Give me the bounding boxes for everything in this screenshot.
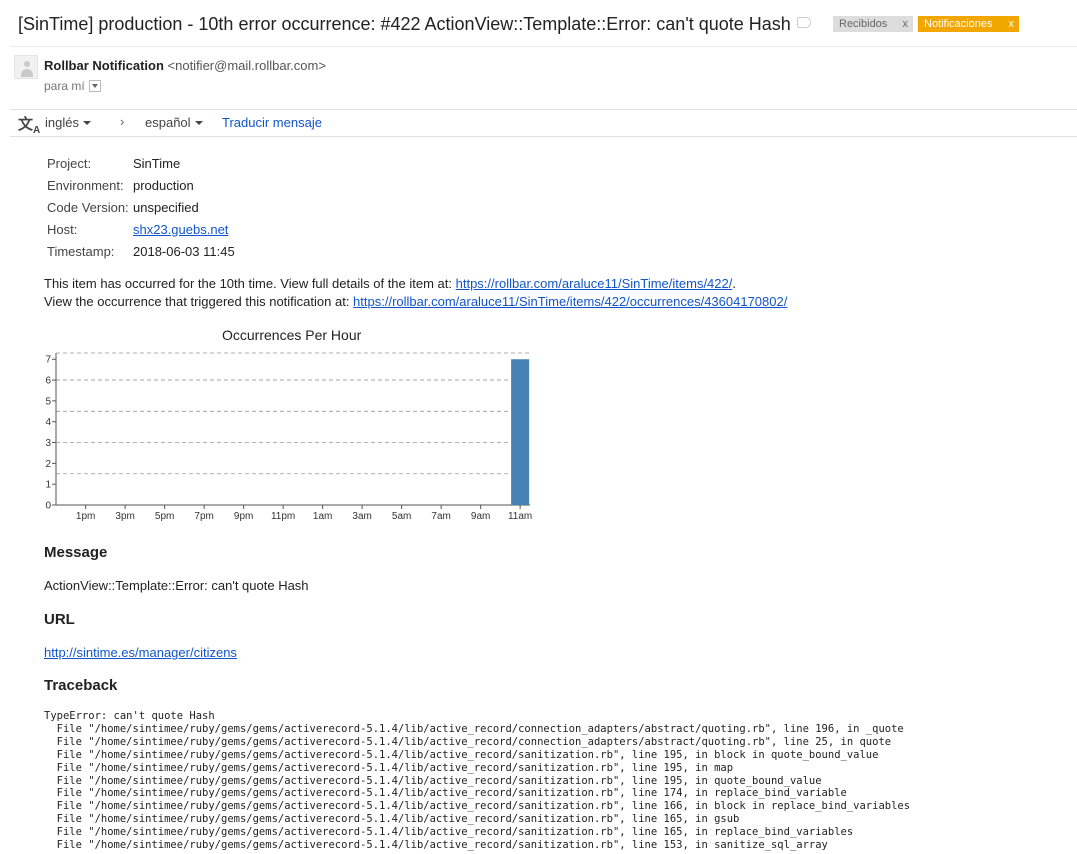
chart-y-tick-label: 5	[45, 396, 51, 407]
target-language-label: español	[145, 115, 191, 130]
traceback-text: TypeError: can't quote Hash File "/home/…	[44, 710, 910, 852]
chevron-down-icon	[82, 120, 91, 125]
translate-bar: 文A inglés › español Traducir mensaje	[10, 109, 1077, 137]
sender-email: <notifier@mail.rollbar.com>	[167, 58, 326, 73]
meta-row-environment: Environment: production	[47, 174, 235, 196]
chart-x-tick-label: 11pm	[271, 511, 295, 522]
traceback-line: File "/home/sintimee/ruby/gems/gems/acti…	[56, 826, 854, 839]
label-chip-notificaciones[interactable]: Notificaciones x	[918, 16, 1019, 32]
traceback-line: File "/home/sintimee/ruby/gems/gems/acti…	[56, 774, 822, 787]
message-heading: Message	[44, 544, 108, 561]
chart-y-tick-label: 6	[45, 376, 51, 387]
meta-row-code-version: Code Version: unspecified	[47, 196, 235, 218]
meta-row-timestamp: Timestamp: 2018-06-03 11:45	[47, 240, 235, 262]
traceback-line: TypeError: can't quote Hash	[44, 710, 215, 722]
avatar-body	[21, 69, 33, 77]
item-meta-table: Project: SinTime Environment: production C…	[47, 152, 235, 262]
occurrences-chart: 0 1 2 3 4 5 6 7 1pm 3pm 5pm 7pm 9pm 11pm 1am 3am 5am 7am 9…	[45, 352, 532, 522]
source-language-label: inglés	[45, 115, 79, 130]
label-chip-name: Notificaciones	[924, 18, 993, 30]
meta-value: 2018-06-03 11:45	[133, 243, 235, 259]
avatar[interactable]	[14, 55, 38, 79]
chart-x-tick-label: 5pm	[155, 511, 174, 522]
chart-y-tick-label: 3	[45, 438, 51, 449]
label-chip-recibidos[interactable]: Recibidos x	[833, 16, 913, 32]
traceback-line: File "/home/sintimee/ruby/gems/gems/acti…	[56, 748, 879, 761]
traceback-line: File "/home/sintimee/ruby/gems/gems/acti…	[56, 722, 904, 735]
occurrence-paragraph-1: This item has occurred for the 10th time…	[44, 276, 736, 291]
chart-x-tick-label: 9am	[471, 511, 490, 522]
translate-icon: 文A	[18, 116, 41, 136]
message-text: ActionView::Template::Error: can't quote…	[44, 578, 309, 593]
chart-x-tick-label: 7pm	[194, 511, 213, 522]
chart-title: Occurrences Per Hour	[222, 327, 362, 343]
chart-x-tick-label: 9pm	[234, 511, 253, 522]
meta-row-project: Project: SinTime	[47, 152, 235, 174]
chart-y-tick-label: 0	[45, 501, 51, 512]
chart-y-tick-label: 2	[45, 459, 51, 470]
meta-value: production	[133, 177, 194, 193]
traceback-line: File "/home/sintimee/ruby/gems/gems/acti…	[56, 761, 734, 774]
meta-value: unspecified	[133, 199, 199, 215]
chart-x-tick-label: 7am	[431, 511, 450, 522]
url-heading: URL	[44, 611, 75, 628]
paragraph-text: View the occurrence that triggered this …	[44, 294, 354, 309]
label-tag-icon[interactable]	[797, 17, 811, 28]
traceback-heading: Traceback	[44, 677, 118, 694]
target-language-select[interactable]: español	[145, 115, 203, 130]
traceback-line: File "/home/sintimee/ruby/gems/gems/acti…	[56, 800, 911, 813]
paragraph-text: This item has occurred for the 10th time…	[44, 276, 456, 291]
chart-x-tick-label: 1am	[313, 511, 332, 522]
remove-label-icon[interactable]: x	[1004, 18, 1020, 30]
traceback-line: File "/home/sintimee/ruby/gems/gems/acti…	[56, 787, 847, 800]
traceback-line: File "/home/sintimee/ruby/gems/gems/acti…	[56, 813, 740, 826]
meta-key: Timestamp:	[47, 243, 115, 259]
show-details-dropdown-icon[interactable]	[88, 80, 101, 92]
traceback-line: File "/home/sintimee/ruby/gems/gems/acti…	[56, 735, 892, 748]
meta-value: SinTime	[133, 155, 181, 171]
host-link[interactable]: shx23.guebs.net	[133, 222, 228, 237]
chevron-right-icon: ›	[120, 114, 125, 129]
chart-x-tick-label: 11am	[508, 511, 532, 522]
recipient-text: para mí	[44, 79, 85, 93]
email-subject: [SinTime] production - 10th error occurr…	[18, 13, 791, 34]
sender-line: Rollbar Notification <notifier@mail.roll…	[44, 58, 326, 73]
header-divider	[10, 46, 1077, 47]
request-url-link[interactable]: http://sintime.es/manager/citizens	[44, 645, 237, 660]
chart-x-tick-label: 3am	[352, 511, 371, 522]
traceback-line: File "/home/sintimee/ruby/gems/gems/acti…	[44, 839, 828, 852]
avatar-head	[24, 61, 30, 67]
label-chip-name: Recibidos	[839, 18, 888, 30]
meta-key: Code Version:	[47, 199, 129, 215]
meta-key: Environment:	[47, 177, 124, 193]
recipient-line: para mí	[44, 79, 101, 93]
source-language-select[interactable]: inglés	[45, 115, 91, 130]
chart-y-tick-label: 1	[45, 480, 51, 491]
occurrence-paragraph-2: View the occurrence that triggered this …	[44, 294, 787, 309]
chart-x-tick-label: 3pm	[115, 511, 134, 522]
chevron-down-icon	[194, 120, 203, 125]
sender-name[interactable]: Rollbar Notification	[44, 58, 164, 73]
chart-y-tick-label: 7	[45, 355, 51, 366]
meta-key: Project:	[47, 155, 92, 171]
item-details-link[interactable]: https://rollbar.com/araluce11/SinTime/it…	[456, 276, 733, 291]
remove-label-icon[interactable]: x	[898, 18, 914, 30]
chart-x-tick-label: 5am	[392, 511, 411, 522]
meta-row-host: Host: shx23.guebs.net	[47, 218, 235, 240]
chart-bar	[511, 359, 530, 505]
chart-x-tick-label: 1pm	[76, 511, 95, 522]
email-subject-row: [SinTime] production - 10th error occurr…	[18, 12, 791, 36]
chart-y-tick-label: 4	[45, 417, 51, 428]
translate-message-link[interactable]: Traducir mensaje	[222, 115, 322, 130]
occurrence-link[interactable]: https://rollbar.com/araluce11/SinTime/it…	[353, 294, 787, 309]
meta-key: Host:	[47, 221, 78, 237]
paragraph-text: .	[732, 276, 736, 291]
